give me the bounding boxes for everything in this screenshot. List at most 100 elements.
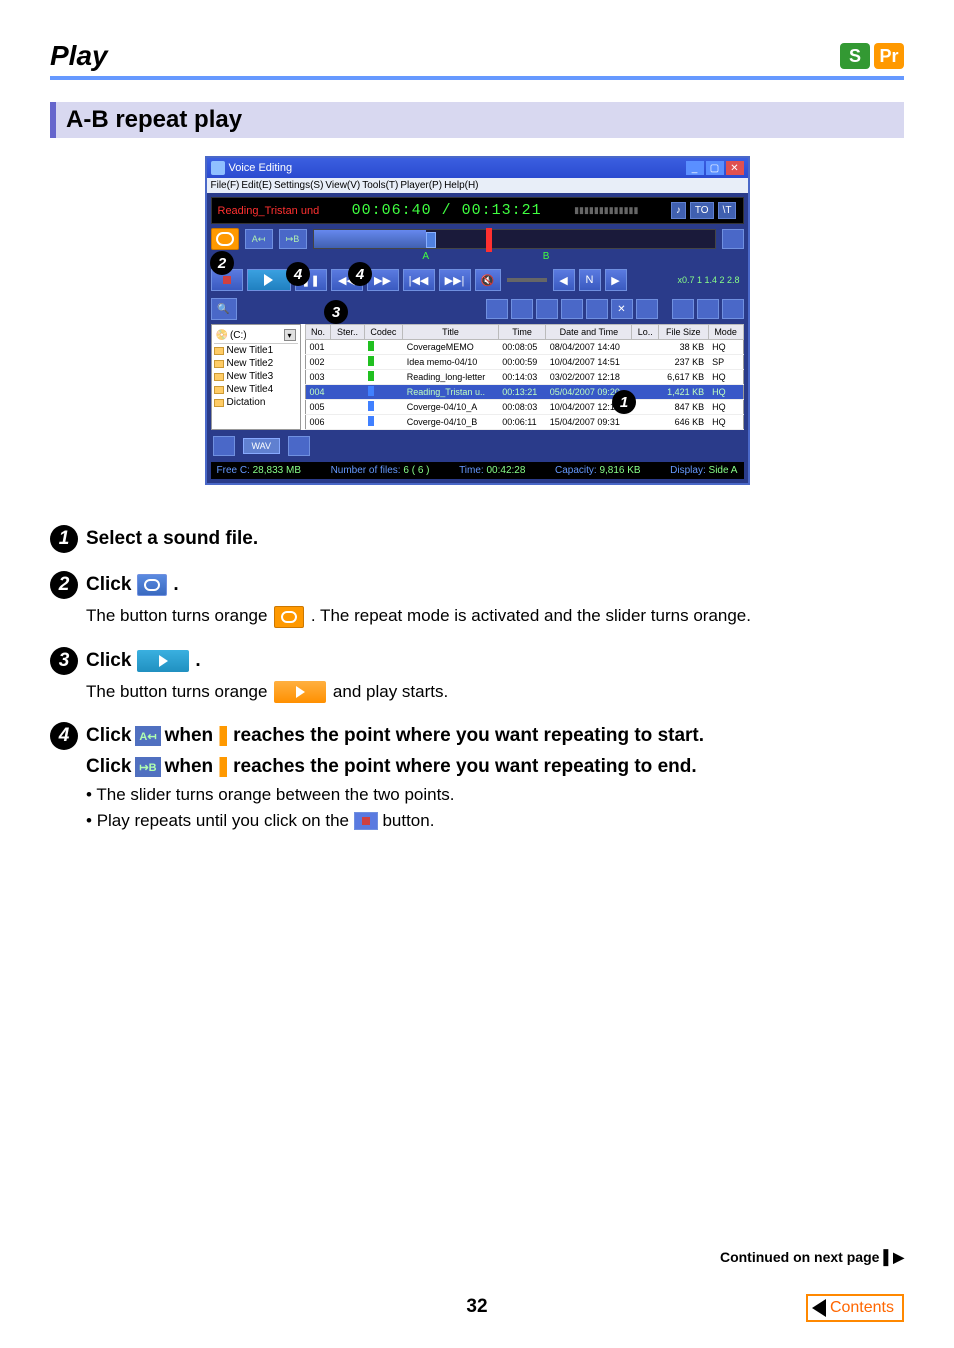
disp-btn-1[interactable]: ♪ xyxy=(671,202,686,219)
speed-down-button[interactable]: ◀ xyxy=(553,269,575,291)
callout-1: 1 xyxy=(612,390,636,414)
instructions: 1 Select a sound file. 2 Click . The but… xyxy=(50,525,904,833)
step-title: Click . xyxy=(86,574,179,596)
set-a-icon: A↤ xyxy=(135,726,160,746)
menu-view[interactable]: View(V) xyxy=(325,180,360,191)
continued-arrow-icon: ▌▶ xyxy=(883,1249,904,1265)
page-footer: Continued on next page ▌▶ 32 Contents xyxy=(50,1249,904,1318)
back-triangle-icon xyxy=(812,1299,826,1317)
table-row[interactable]: 006Coverge-04/10_B00:06:1115/04/2007 09:… xyxy=(305,415,743,430)
step-body: The button turns orange . The repeat mod… xyxy=(86,603,904,629)
continued-text: Continued on next page ▌▶ xyxy=(50,1249,904,1266)
bt-btn-2[interactable] xyxy=(288,436,310,456)
tool-btn-7[interactable] xyxy=(697,299,719,319)
drive-selector[interactable]: 📀(C:) ▾ xyxy=(214,327,298,344)
next-track-button[interactable]: ▶▶| xyxy=(439,269,471,291)
table-row[interactable]: 005Coverge-04/10_A00:08:0310/04/2007 12:… xyxy=(305,400,743,415)
step-body: The button turns orange and play starts. xyxy=(86,679,904,705)
tool-btn-3[interactable] xyxy=(536,299,558,319)
tool-btn-refresh[interactable] xyxy=(636,299,658,319)
badge-pr: Pr xyxy=(874,43,904,69)
callout-4b: 4 xyxy=(348,262,372,286)
prev-track-button[interactable]: |◀◀ xyxy=(403,269,435,291)
menubar: File(F) Edit(E) Settings(S) View(V) Tool… xyxy=(207,178,748,193)
app-title: Voice Editing xyxy=(229,162,293,174)
position-slider[interactable]: A B xyxy=(313,229,716,249)
step-title: Select a sound file. xyxy=(86,528,258,550)
file-table[interactable]: No. Ster.. Codec Title Time Date and Tim… xyxy=(305,324,744,430)
screenshot-wrapper: 2 4 4 3 1 Voice Editing _ ▢ ✕ File(F) Ed… xyxy=(50,156,904,485)
table-row[interactable]: 002Idea memo-04/1000:00:5910/04/2007 14:… xyxy=(305,355,743,370)
callout-2: 2 xyxy=(210,251,234,275)
slider-b-label: B xyxy=(543,251,550,262)
step-number: 3 xyxy=(50,647,78,675)
bullet: The slider turns orange between the two … xyxy=(86,782,904,808)
repeat-button-active-icon xyxy=(274,606,304,628)
tree-item[interactable]: New Title1 xyxy=(214,344,298,357)
fullscreen-button[interactable] xyxy=(722,229,744,249)
step-title: Click A↤ when reaches the point where yo… xyxy=(86,725,704,747)
set-a-button[interactable]: A↤ xyxy=(245,229,273,249)
tools-row: 🔍 ✕ xyxy=(211,298,744,320)
slider-thumb-icon xyxy=(219,726,227,746)
disp-btn-2[interactable]: TO xyxy=(690,202,714,219)
wav-export-button[interactable]: WAV xyxy=(243,438,281,454)
page-title: Play xyxy=(50,40,108,72)
menu-file[interactable]: File(F) xyxy=(211,180,240,191)
folder-tree[interactable]: 📀(C:) ▾ New Title1 New Title2 New Title3… xyxy=(211,324,301,430)
chevron-down-icon[interactable]: ▾ xyxy=(284,329,296,341)
menu-tools[interactable]: Tools(T) xyxy=(362,180,398,191)
display-panel: Reading_Tristan und 00:06:40 / 00:13:21 … xyxy=(211,197,744,224)
tool-btn-4[interactable] xyxy=(561,299,583,319)
speed-reset-button[interactable]: N xyxy=(579,269,601,291)
step-number: 2 xyxy=(50,571,78,599)
status-bar: Free C: 28,833 MB Number of files: 6 ( 6… xyxy=(211,462,744,479)
tree-item[interactable]: New Title4 xyxy=(214,383,298,396)
repeat-button[interactable] xyxy=(211,228,239,250)
close-button[interactable]: ✕ xyxy=(726,161,744,175)
tree-item[interactable]: New Title2 xyxy=(214,357,298,370)
step-title: Click . xyxy=(86,650,201,672)
maximize-button[interactable]: ▢ xyxy=(706,161,724,175)
speed-up-button[interactable]: ▶ xyxy=(605,269,627,291)
bt-btn-1[interactable] xyxy=(213,436,235,456)
tool-btn-5[interactable] xyxy=(586,299,608,319)
tree-item[interactable]: New Title3 xyxy=(214,370,298,383)
mute-button[interactable]: 🔇 xyxy=(475,269,501,291)
step-3: 3 Click . The button turns orange and pl… xyxy=(50,647,904,705)
step-number: 4 xyxy=(50,722,78,750)
tool-btn-2[interactable] xyxy=(511,299,533,319)
tool-btn-1[interactable] xyxy=(486,299,508,319)
menu-settings[interactable]: Settings(S) xyxy=(274,180,323,191)
tool-btn-8[interactable] xyxy=(722,299,744,319)
header-badges: S Pr xyxy=(840,43,904,69)
menu-player[interactable]: Player(P) xyxy=(400,180,442,191)
bullet: Play repeats until you click on the butt… xyxy=(86,808,904,834)
step-body: The slider turns orange between the two … xyxy=(86,782,904,833)
minimize-button[interactable]: _ xyxy=(686,161,704,175)
tool-btn-delete[interactable]: ✕ xyxy=(611,299,633,319)
file-area: 📀(C:) ▾ New Title1 New Title2 New Title3… xyxy=(211,324,744,430)
table-row[interactable]: 003Reading_long-letter00:14:0303/02/2007… xyxy=(305,370,743,385)
search-button[interactable]: 🔍 xyxy=(211,298,237,320)
step-1: 1 Select a sound file. xyxy=(50,525,904,553)
play-button[interactable] xyxy=(247,269,291,291)
tree-item[interactable]: Dictation xyxy=(214,396,298,409)
set-b-button[interactable]: ↦B xyxy=(279,229,307,249)
step-4: 4 Click A↤ when reaches the point where … xyxy=(50,722,904,833)
repeat-button-icon xyxy=(137,574,167,596)
tool-btn-6[interactable] xyxy=(672,299,694,319)
badge-s: S xyxy=(840,43,870,69)
table-row[interactable]: 004Reading_Tristan u..00:13:2105/04/2007… xyxy=(305,385,743,400)
step-2: 2 Click . The button turns orange . The … xyxy=(50,571,904,629)
speed-readout: x0.7 1 1.4 2 2.8 xyxy=(677,275,739,285)
set-b-icon: ↦B xyxy=(135,757,160,777)
menu-help[interactable]: Help(H) xyxy=(444,180,478,191)
callout-3: 3 xyxy=(324,300,348,324)
titlebar: Voice Editing _ ▢ ✕ xyxy=(207,158,748,178)
contents-button[interactable]: Contents xyxy=(806,1294,904,1322)
table-row[interactable]: 001CoverageMEMO00:08:0508/04/2007 14:403… xyxy=(305,340,743,355)
menu-edit[interactable]: Edit(E) xyxy=(241,180,272,191)
disp-btn-3[interactable]: \T xyxy=(718,202,737,219)
repeat-icon xyxy=(216,232,234,246)
